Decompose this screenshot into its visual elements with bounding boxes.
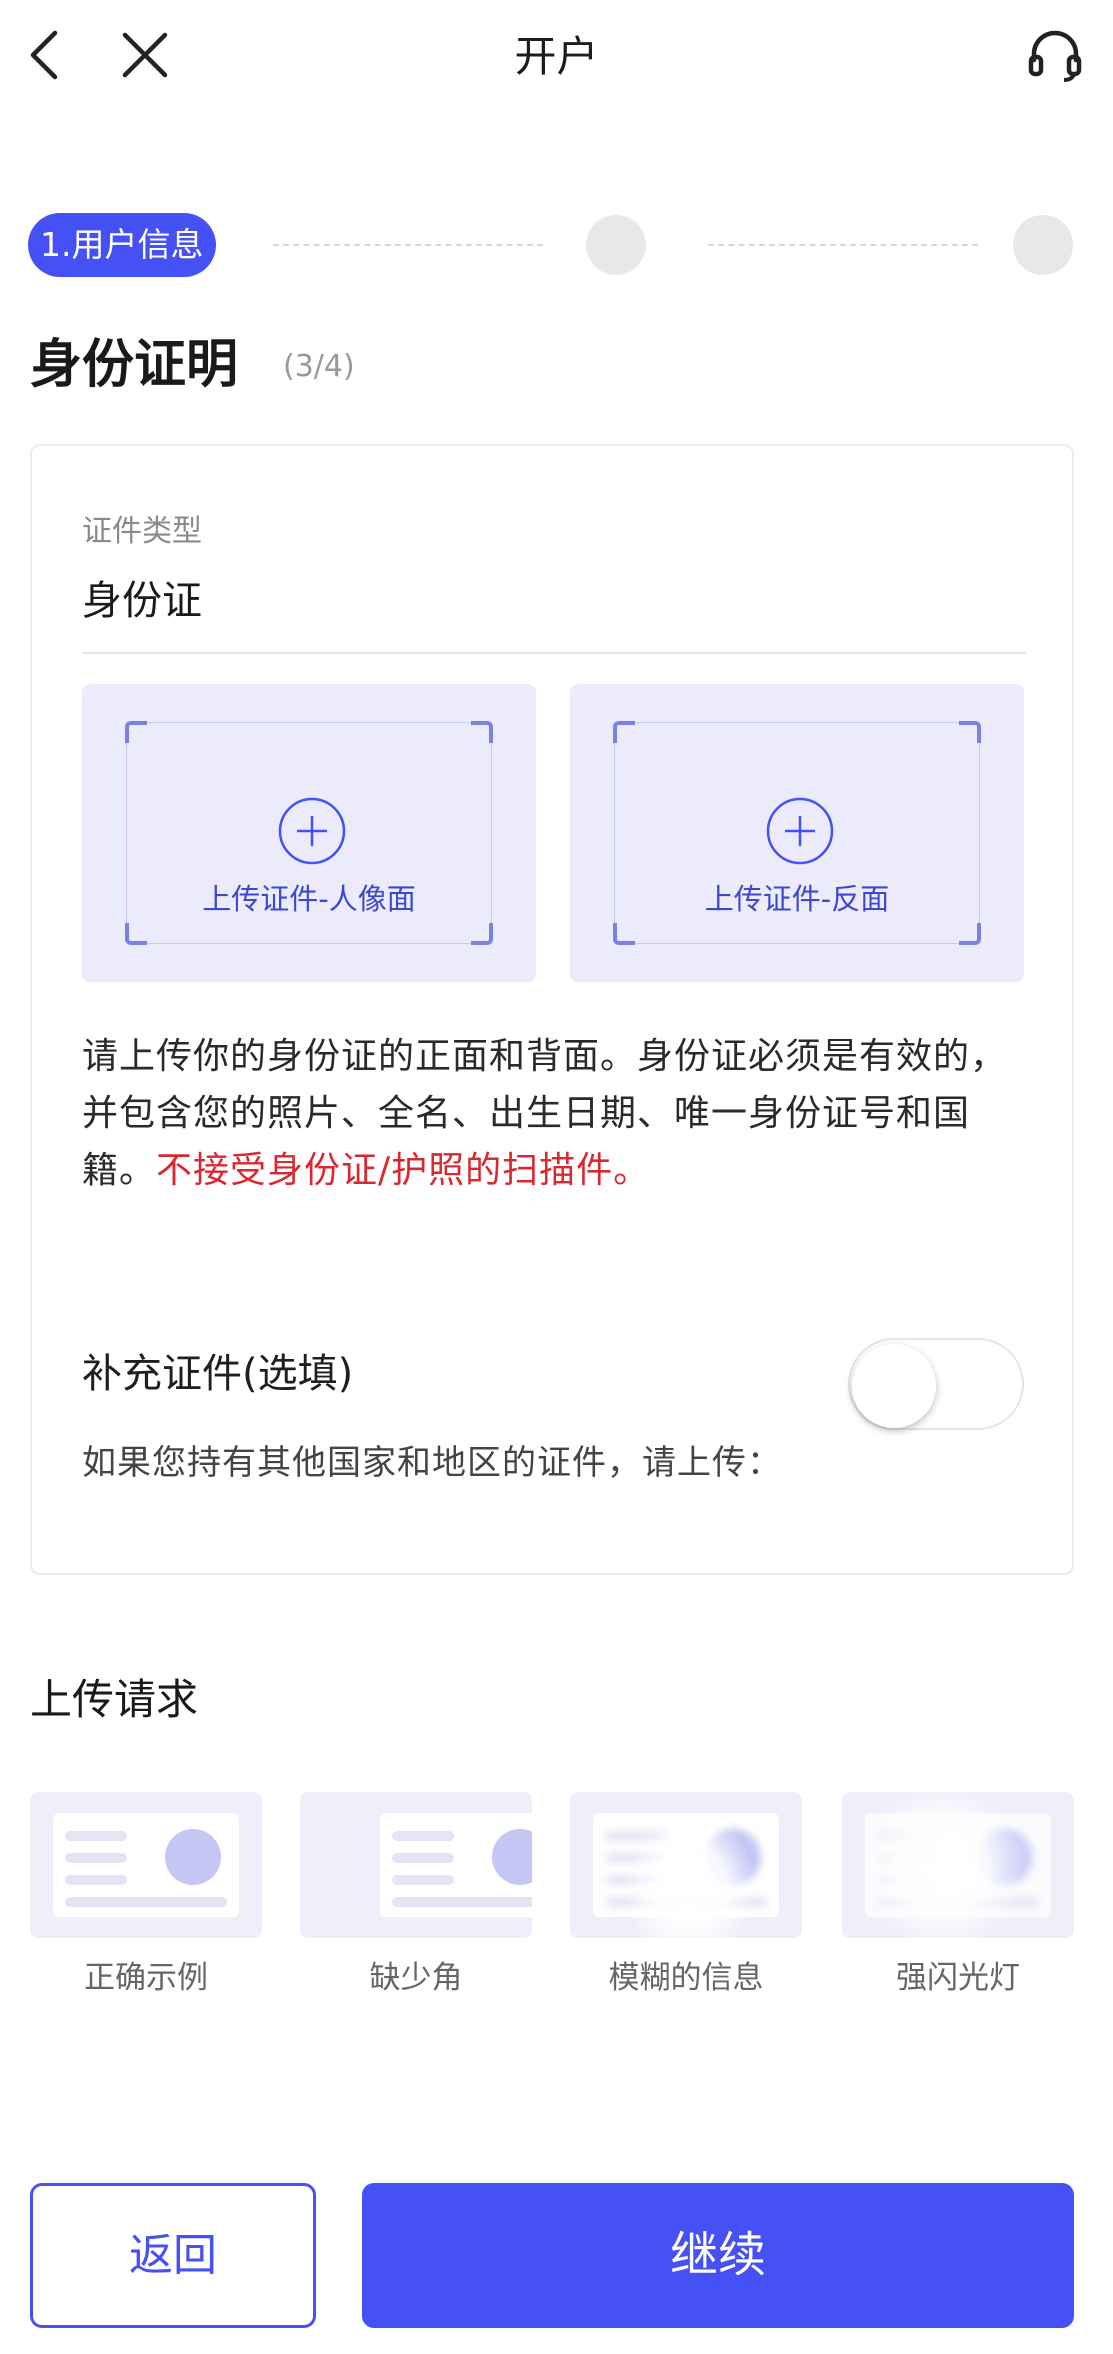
upload-instructions: 请上传你的身份证的正面和背面。身份证必须是有效的，并包含您的照片、全名、出生日期…	[82, 1028, 1032, 1199]
page-title: 开户	[514, 32, 599, 81]
frame-corner	[959, 923, 981, 945]
card-line	[65, 1831, 127, 1841]
card-line	[65, 1875, 127, 1885]
field-underline	[82, 652, 1026, 654]
frame-corner	[125, 923, 147, 945]
card-line	[392, 1853, 454, 1863]
upload-front-label: 上传证件-人像面	[202, 882, 416, 916]
supplementary-document-description: 如果您持有其他国家和地区的证件，请上传：	[82, 1443, 782, 1483]
card-line	[65, 1897, 227, 1907]
section-progress-count: (3/4)	[283, 349, 355, 384]
document-type-select[interactable]: 身份证	[82, 573, 202, 629]
scan-warning-text: 不接受身份证/护照的扫描件。	[156, 1150, 651, 1191]
supplementary-document-toggle[interactable]	[848, 1338, 1024, 1430]
headset-icon	[1028, 30, 1082, 82]
frame-corner	[959, 721, 981, 743]
plus-circle-icon	[278, 797, 346, 865]
frame-corner	[471, 721, 493, 743]
document-type-label: 证件类型	[82, 514, 202, 549]
step-1-active: 1.用户信息	[28, 213, 216, 277]
example-correct: 正确示例	[30, 1792, 262, 2000]
step-3-dot	[1013, 215, 1073, 275]
supplementary-document-label: 补充证件(选填)	[82, 1351, 354, 1397]
upload-back-label: 上传证件-反面	[704, 882, 890, 916]
frame-corner	[613, 721, 635, 743]
back-action-button[interactable]: 返回	[30, 2183, 316, 2328]
frame-corner	[471, 923, 493, 945]
toggle-knob	[852, 1344, 936, 1428]
id-card-illustration	[380, 1813, 532, 1917]
continue-button[interactable]: 继续	[362, 2183, 1074, 2328]
frame-corner	[613, 923, 635, 945]
example-correct-image	[30, 1792, 262, 1938]
upload-requirements-title: 上传请求	[30, 1675, 199, 1724]
example-label: 强闪光灯	[896, 1960, 1020, 1996]
top-bar: 开户	[0, 0, 1113, 115]
upload-examples: 正确示例 缺少角 模糊的信息 强闪光灯	[30, 1792, 1074, 1996]
card-line	[392, 1831, 454, 1841]
upload-front-button[interactable]: 上传证件-人像面	[82, 684, 536, 982]
flash-glare	[862, 1792, 1022, 1938]
plus-circle-icon	[766, 797, 834, 865]
id-card-illustration	[53, 1813, 239, 1917]
step-2-dot	[586, 215, 646, 275]
progress-stepper: 1.用户信息	[28, 213, 1078, 277]
step-connector	[273, 244, 543, 246]
example-label: 正确示例	[84, 1960, 208, 1996]
account-opening-page: 开户 1.用户信息 身份证明 (3/4) 证件类型 身份证 上传证件-人像面 上…	[0, 0, 1113, 2354]
example-missing-corner: 缺少角	[300, 1792, 532, 2000]
example-missing-corner-image	[300, 1792, 532, 1938]
customer-support-button[interactable]	[1020, 25, 1090, 85]
card-avatar	[492, 1829, 532, 1885]
card-avatar	[165, 1829, 221, 1885]
upload-back-button[interactable]: 上传证件-反面	[570, 684, 1024, 982]
step-connector	[708, 244, 978, 246]
section-title: 身份证明	[30, 335, 239, 395]
example-strong-flash-image	[842, 1792, 1074, 1938]
id-proof-card: 证件类型 身份证 上传证件-人像面 上传证件-反面 请上传你的身份证的正面和背面…	[30, 444, 1074, 1575]
card-line	[392, 1875, 454, 1885]
card-line	[65, 1853, 127, 1863]
example-label: 缺少角	[369, 1960, 463, 1996]
example-blurry-image	[570, 1792, 802, 1938]
example-blurry: 模糊的信息	[570, 1792, 802, 2000]
frame-corner	[125, 721, 147, 743]
example-label: 模糊的信息	[608, 1960, 764, 1996]
example-strong-flash: 强闪光灯	[842, 1792, 1074, 2000]
card-line	[392, 1897, 532, 1907]
